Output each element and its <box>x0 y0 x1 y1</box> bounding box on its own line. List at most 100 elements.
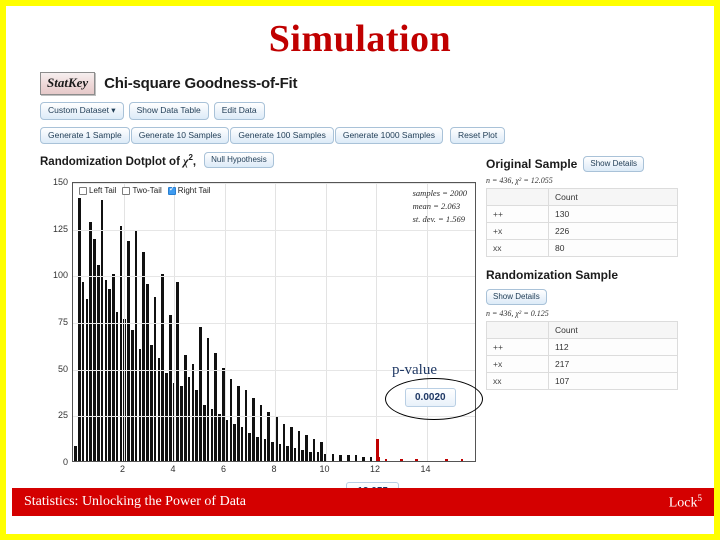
histogram-bar <box>237 386 240 461</box>
left-tail-option[interactable]: Left Tail <box>79 186 116 195</box>
generate-1-sample-button[interactable]: Generate 1 Sample <box>40 126 130 144</box>
histogram-bar <box>149 345 153 461</box>
histogram-bar <box>115 311 119 461</box>
custom-dataset-button[interactable]: Custom Dataset ▾ <box>40 102 124 120</box>
histogram-bar <box>229 378 233 461</box>
right-tail-label: Right Tail <box>177 186 211 195</box>
histogram-bar <box>240 427 244 461</box>
null-hypothesis-button[interactable]: Null Hypothesis <box>204 152 274 168</box>
histogram-bar <box>93 238 96 461</box>
slide-footer: Statistics: Unlocking the Power of Data … <box>12 488 714 516</box>
y-axis-tick: 100 <box>52 270 68 281</box>
footer-author-superscript: 5 <box>697 492 703 503</box>
x-axis-tick: 2 <box>119 464 126 474</box>
histogram-bar <box>252 397 255 461</box>
x-axis: 2 4 6 8 10 12 14 <box>72 464 476 480</box>
table-row: ++ 112 <box>486 338 678 356</box>
original-row-0-count: 130 <box>548 205 678 223</box>
edit-data-button[interactable]: Edit Data <box>213 102 265 120</box>
histogram-bar <box>290 427 293 461</box>
plot-heading-text: Randomization Dotplot of <box>40 155 180 168</box>
grid-line-vertical <box>123 183 125 461</box>
original-row-1-label: +x <box>486 222 549 240</box>
stat-mean: mean = 2.063 <box>412 200 461 211</box>
grid-line-vertical <box>275 183 276 461</box>
right-tail-checkbox[interactable] <box>167 185 176 195</box>
histogram-bar <box>354 455 358 461</box>
histogram-bar <box>131 330 134 461</box>
randomization-sample-show-details-button[interactable]: Show Details <box>486 289 547 305</box>
histogram-bar <box>415 459 418 461</box>
original-row-0-label: ++ <box>486 205 549 223</box>
tail-options: Left Tail Two-Tail Right Tail <box>79 185 211 195</box>
footer-authors: Lock5 <box>669 493 702 512</box>
histogram-bar <box>256 436 259 461</box>
histogram-bar <box>108 289 111 461</box>
histogram-bar <box>78 197 81 461</box>
y-axis-tick: 25 <box>57 410 68 421</box>
histogram-bar <box>297 431 301 461</box>
grid-line-horizontal <box>73 183 475 184</box>
histogram-bar <box>267 412 270 461</box>
generate-10-samples-button[interactable]: Generate 10 Samples <box>130 126 230 144</box>
right-tail-option[interactable]: Right Tail <box>167 185 211 195</box>
x-axis-tick: 14 <box>420 464 431 474</box>
histogram-bar <box>142 251 145 461</box>
grid-line-vertical <box>325 183 327 461</box>
two-tail-option[interactable]: Two-Tail <box>122 186 162 195</box>
plot-area[interactable]: Left Tail Two-Tail Right Tail samples = … <box>72 182 476 462</box>
histogram-bar <box>191 363 195 461</box>
histogram-bar <box>301 449 305 461</box>
original-sample-panel: Original Sample Show Details n = 436, χ²… <box>486 156 688 257</box>
histogram-bar <box>134 231 138 461</box>
show-data-table-button[interactable]: Show Data Table <box>128 102 209 120</box>
y-axis-tick: 75 <box>57 317 68 327</box>
footer-book-title: Statistics: Unlocking the Power of Data <box>24 494 247 509</box>
histogram-bar <box>282 423 286 461</box>
histogram-bar <box>248 433 252 461</box>
left-tail-checkbox[interactable] <box>79 186 87 195</box>
page-title: Simulation <box>268 18 452 60</box>
original-count-header: Count <box>548 188 678 206</box>
cutoff-line <box>376 439 380 461</box>
table-row: ++ 130 <box>486 205 678 223</box>
slide-canvas: Simulation StatKey Chi-square Goodness-o… <box>0 0 720 540</box>
randomization-sample-header: Randomization Sample <box>486 268 688 282</box>
randomization-row-0-count: 112 <box>548 338 678 356</box>
x-axis-tick: 4 <box>170 464 176 474</box>
randomization-sample-info: n = 436, χ² = 0.125 <box>486 309 549 318</box>
histogram-bar <box>206 337 210 461</box>
reset-plot-button[interactable]: Reset Plot <box>450 126 506 144</box>
randomization-row-2-count: 107 <box>548 372 678 390</box>
histogram-bar <box>271 442 274 461</box>
histogram-bar <box>263 438 267 461</box>
grid-line-horizontal <box>73 276 475 278</box>
grid-line-horizontal <box>73 229 475 231</box>
histogram-bar <box>320 442 323 461</box>
histogram-bar <box>346 455 350 461</box>
histogram-bar <box>157 358 161 461</box>
toolbar-row-dataset: Custom Dataset ▾ Show Data Table Edit Da… <box>40 102 688 120</box>
histogram-bar <box>244 390 248 461</box>
plot-statistics: samples = 2000 mean = 2.063 st. dev. = 1… <box>413 187 467 225</box>
original-row-2-count: 80 <box>548 239 678 257</box>
histogram-bar <box>74 446 77 461</box>
randomization-row-2-label: xx <box>486 372 549 390</box>
statkey-app-title: Chi-square Goodness-of-Fit <box>104 75 298 92</box>
y-axis-tick: 0 <box>62 457 68 467</box>
histogram-bar <box>89 222 92 461</box>
histogram-bar <box>127 240 130 461</box>
histogram-bar <box>187 377 191 461</box>
statkey-logo: StatKey <box>40 72 96 95</box>
generate-1000-samples-button[interactable]: Generate 1000 Samples <box>334 126 443 144</box>
y-axis-tick: 150 <box>52 177 68 187</box>
table-header-row: Count <box>486 188 678 206</box>
generate-100-samples-button[interactable]: Generate 100 Samples <box>230 126 334 144</box>
two-tail-checkbox[interactable] <box>122 186 131 195</box>
grid-line-horizontal <box>73 323 475 324</box>
histogram-bar <box>96 265 100 461</box>
histogram-bar <box>180 386 183 461</box>
original-sample-show-details-button[interactable]: Show Details <box>583 156 645 172</box>
histogram-bar <box>176 281 180 461</box>
histogram-bar <box>119 225 123 461</box>
